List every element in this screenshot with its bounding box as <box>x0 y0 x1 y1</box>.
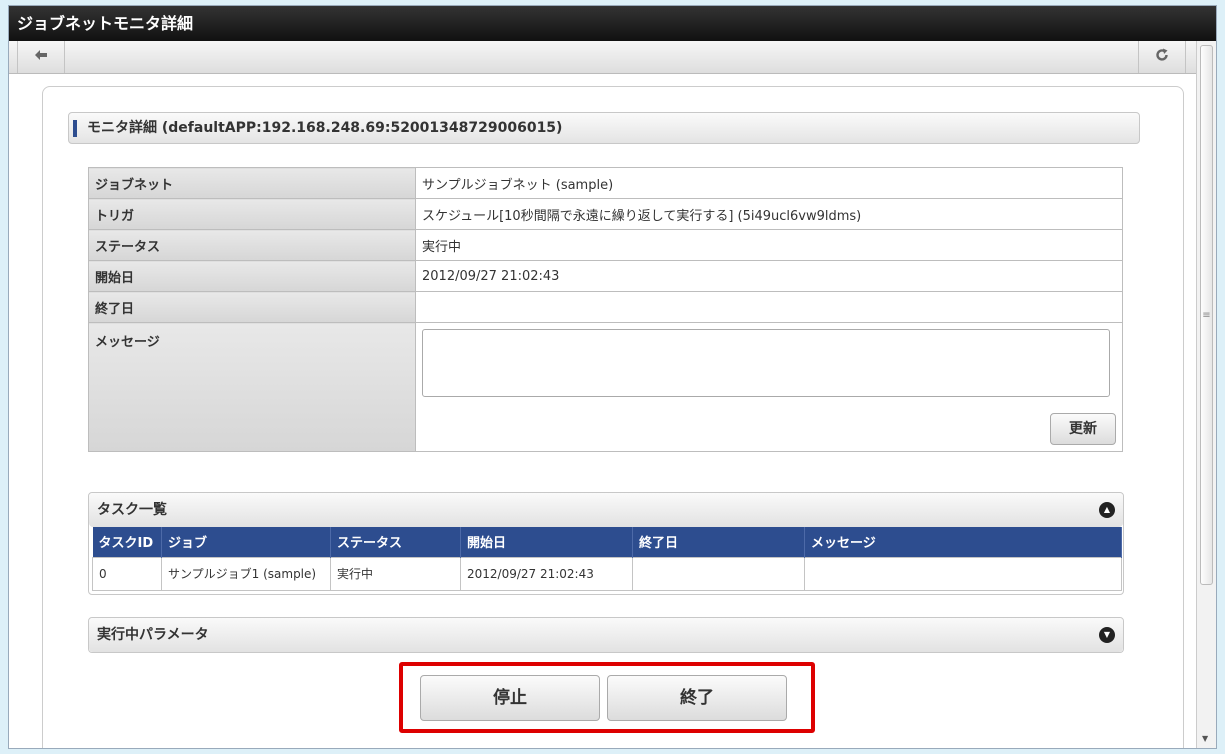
collapse-up-icon[interactable]: ▲ <box>1099 502 1115 518</box>
back-button[interactable] <box>17 41 65 73</box>
col-task-id: タスクID <box>92 527 162 557</box>
detail-row: ジョブネット サンプルジョブネット (sample) <box>88 167 1123 199</box>
task-start-cell: 2012/09/27 21:02:43 <box>460 556 633 591</box>
task-list-header[interactable]: タスク一覧 ▲ <box>89 493 1123 527</box>
section-title: モニタ詳細 (defaultAPP:192.168.248.69:5200134… <box>87 120 563 136</box>
task-job-cell: サンプルジョブ1 (sample) <box>161 556 331 591</box>
message-cell: 更新 <box>415 322 1123 452</box>
window-title: ジョブネットモニタ詳細 <box>9 6 1216 41</box>
grip-icon: ≡ <box>1202 309 1211 321</box>
reload-icon <box>1155 48 1169 66</box>
section-marker <box>73 120 77 137</box>
detail-row: 開始日 2012/09/27 21:02:43 <box>88 260 1123 292</box>
scrollbar-thumb[interactable]: ≡ <box>1200 45 1213 585</box>
status-value: 実行中 <box>415 229 1123 261</box>
jobnet-value: サンプルジョブネット (sample) <box>415 167 1123 199</box>
task-id-cell: 0 <box>92 556 162 591</box>
task-list-panel: タスク一覧 ▲ タスクID ジョブ ステータス 開始日 終了日 メッセージ 0 … <box>88 492 1124 595</box>
task-header-row: タスクID ジョブ ステータス 開始日 終了日 メッセージ <box>92 527 1122 557</box>
action-button-group: 停止 終了 <box>399 662 815 733</box>
task-table: タスクID ジョブ ステータス 開始日 終了日 メッセージ 0 サンプルジョブ1… <box>92 527 1122 591</box>
window: ジョブネットモニタ詳細 ≡ ▼ モニタ詳細 (defaultAPP:192.16… <box>8 5 1217 749</box>
task-message-cell <box>804 556 1122 591</box>
params-header[interactable]: 実行中パラメータ ▼ <box>89 618 1123 652</box>
col-end-date: 終了日 <box>632 527 805 557</box>
vertical-scrollbar[interactable]: ≡ ▼ <box>1196 41 1216 748</box>
update-button[interactable]: 更新 <box>1050 413 1116 445</box>
col-job: ジョブ <box>161 527 331 557</box>
expand-down-icon[interactable]: ▼ <box>1099 627 1115 643</box>
col-start-date: 開始日 <box>460 527 633 557</box>
end-button[interactable]: 終了 <box>607 675 787 721</box>
table-row: 0 サンプルジョブ1 (sample) 実行中 2012/09/27 21:02… <box>92 556 1122 591</box>
message-textarea[interactable] <box>422 329 1110 397</box>
detail-row: トリガ スケジュール[10秒間隔で永遠に繰り返して実行する] (5i49ucl6… <box>88 198 1123 230</box>
section-header: モニタ詳細 (defaultAPP:192.168.248.69:5200134… <box>68 112 1140 144</box>
status-label: ステータス <box>88 229 416 261</box>
col-message: メッセージ <box>804 527 1122 557</box>
detail-table: ジョブネット サンプルジョブネット (sample) トリガ スケジュール[10… <box>88 167 1123 452</box>
trigger-label: トリガ <box>88 198 416 230</box>
detail-row: メッセージ 更新 <box>88 322 1123 452</box>
col-status: ステータス <box>330 527 461 557</box>
params-panel: 実行中パラメータ ▼ <box>88 617 1124 653</box>
end-date-value <box>415 291 1123 323</box>
task-end-cell <box>632 556 805 591</box>
content-panel: モニタ詳細 (defaultAPP:192.168.248.69:5200134… <box>42 86 1184 748</box>
toolbar <box>9 41 1216 74</box>
task-status-cell: 実行中 <box>330 556 461 591</box>
back-arrow-icon <box>34 49 48 65</box>
stop-button[interactable]: 停止 <box>420 675 600 721</box>
start-date-label: 開始日 <box>88 260 416 292</box>
jobnet-label: ジョブネット <box>88 167 416 199</box>
update-wrap: 更新 <box>422 413 1116 445</box>
detail-row: ステータス 実行中 <box>88 229 1123 261</box>
trigger-value: スケジュール[10秒間隔で永遠に繰り返して実行する] (5i49ucl6vw9l… <box>415 198 1123 230</box>
params-title: 実行中パラメータ <box>97 627 209 643</box>
detail-row: 終了日 <box>88 291 1123 323</box>
task-list-title: タスク一覧 <box>97 502 167 518</box>
start-date-value: 2012/09/27 21:02:43 <box>415 260 1123 292</box>
scroll-down-icon[interactable]: ▼ <box>1202 734 1208 743</box>
message-label: メッセージ <box>88 322 416 452</box>
end-date-label: 終了日 <box>88 291 416 323</box>
reload-button[interactable] <box>1138 41 1186 73</box>
